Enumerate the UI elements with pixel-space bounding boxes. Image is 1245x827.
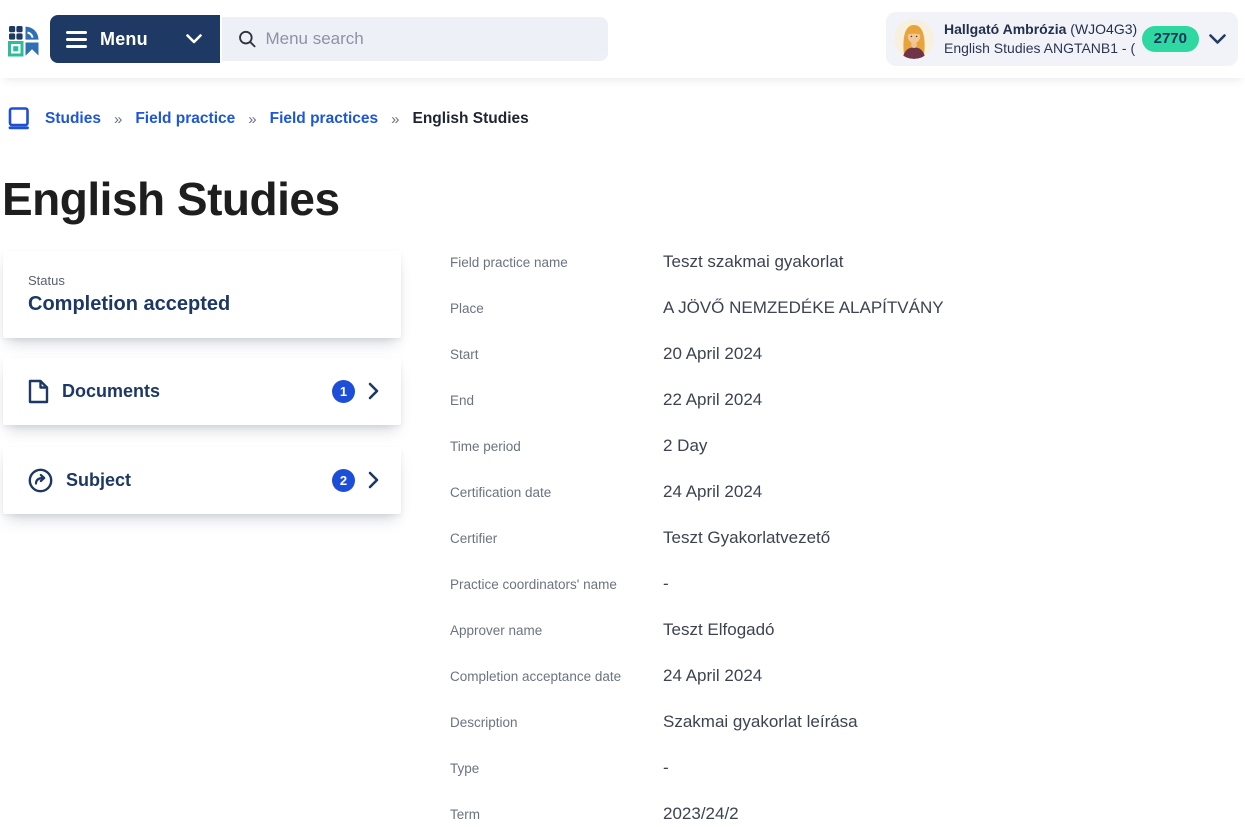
detail-row-type: Type - [450,758,1245,804]
detail-label: Start [450,344,663,362]
detail-label: End [450,390,663,408]
detail-row-certifier: Certifier Teszt Gyakorlatvezető [450,528,1245,574]
detail-row-term: Term 2023/24/2 [450,804,1245,827]
detail-value: - [663,758,669,778]
user-avatar [894,19,934,59]
neptun-logo-icon [8,19,42,59]
detail-label: Description [450,712,663,730]
document-icon [28,379,49,404]
menu-search-input[interactable] [265,29,594,49]
breadcrumb-separator: » [114,111,122,128]
breadcrumb: Studies » Field practice » Field practic… [8,105,1245,133]
status-label: Status [28,273,376,288]
breadcrumb-current: English Studies [413,110,529,128]
summary-column: Status Completion accepted Documents 1 [3,251,401,536]
detail-label: Term [450,804,663,822]
user-name: Hallgató Ambrózia [944,21,1066,37]
subject-count-badge: 2 [332,469,355,492]
detail-label: Field practice name [450,252,663,270]
detail-value: 20 April 2024 [663,344,762,364]
chevron-down-icon [186,34,202,44]
detail-row-description: Description Szakmai gyakorlat leírása [450,712,1245,758]
chevron-right-icon [368,471,379,489]
subject-card[interactable]: Subject 2 [3,447,401,514]
chevron-down-icon[interactable] [1209,34,1226,45]
detail-value: 24 April 2024 [663,482,762,502]
page-title: English Studies [2,173,1245,226]
detail-row-certification-date: Certification date 24 April 2024 [450,482,1245,528]
detail-label: Time period [450,436,663,454]
search-icon [238,29,256,49]
detail-label: Place [450,298,663,316]
detail-row-practice-coordinators-name: Practice coordinators' name - [450,574,1245,620]
breadcrumb-link-studies[interactable]: Studies [45,110,101,128]
detail-label: Approver name [450,620,663,638]
detail-value: 22 April 2024 [663,390,762,410]
detail-label: Completion acceptance date [450,666,663,684]
breadcrumb-separator: » [248,111,256,128]
book-icon [8,106,31,132]
detail-value: A JÖVŐ NEMZEDÉKE ALAPÍTVÁNY [663,298,944,318]
menu-button[interactable]: Menu [50,15,220,63]
detail-row-start: Start 20 April 2024 [450,344,1245,390]
detail-row-completion-acceptance-date: Completion acceptance date 24 April 2024 [450,666,1245,712]
user-info: Hallgató Ambrózia (WJO4G3) English Studi… [944,20,1136,58]
documents-card-label: Documents [62,381,332,402]
field-practice-details: Field practice name Teszt szakmai gyakor… [450,251,1245,827]
status-value: Completion accepted [28,293,376,316]
user-name-line: Hallgató Ambrózia (WJO4G3) [944,20,1136,39]
user-program: English Studies ANGTANB1 - (BA/BS... [944,39,1136,58]
top-bar: Menu [0,0,1245,78]
detail-row-field-practice-name: Field practice name Teszt szakmai gyakor… [450,252,1245,298]
main-content: Status Completion accepted Documents 1 [0,251,1245,827]
documents-count-badge: 1 [332,380,355,403]
detail-value: Teszt szakmai gyakorlat [663,252,843,272]
status-card: Status Completion accepted [3,251,401,338]
detail-value: Teszt Elfogadó [663,620,775,640]
breadcrumb-link-field-practice[interactable]: Field practice [135,110,235,128]
detail-value: - [663,574,669,594]
breadcrumb-link-field-practices[interactable]: Field practices [270,110,379,128]
detail-row-approver-name: Approver name Teszt Elfogadó [450,620,1245,666]
detail-value: 2 Day [663,436,707,456]
documents-card[interactable]: Documents 1 [3,358,401,425]
detail-label: Certification date [450,482,663,500]
credit-badge: 2770 [1142,26,1199,52]
detail-row-end: End 22 April 2024 [450,390,1245,436]
detail-label: Practice coordinators' name [450,574,663,592]
breadcrumb-separator: » [391,111,399,128]
menu-search-box[interactable] [222,17,608,61]
detail-label: Certifier [450,528,663,546]
detail-label: Type [450,758,663,776]
detail-value: Szakmai gyakorlat leírása [663,712,858,732]
detail-value: Teszt Gyakorlatvezető [663,528,830,548]
user-menu[interactable]: Hallgató Ambrózia (WJO4G3) English Studi… [886,12,1238,66]
detail-row-place: Place A JÖVŐ NEMZEDÉKE ALAPÍTVÁNY [450,298,1245,344]
hamburger-icon [66,31,87,48]
subject-arrow-icon [28,468,53,493]
menu-button-label: Menu [100,29,148,50]
page: Menu [0,0,1245,827]
subject-card-label: Subject [66,470,332,491]
detail-row-time-period: Time period 2 Day [450,436,1245,482]
detail-value: 24 April 2024 [663,666,762,686]
detail-value: 2023/24/2 [663,804,739,824]
chevron-right-icon [368,382,379,400]
user-code: (WJO4G3) [1070,21,1137,37]
